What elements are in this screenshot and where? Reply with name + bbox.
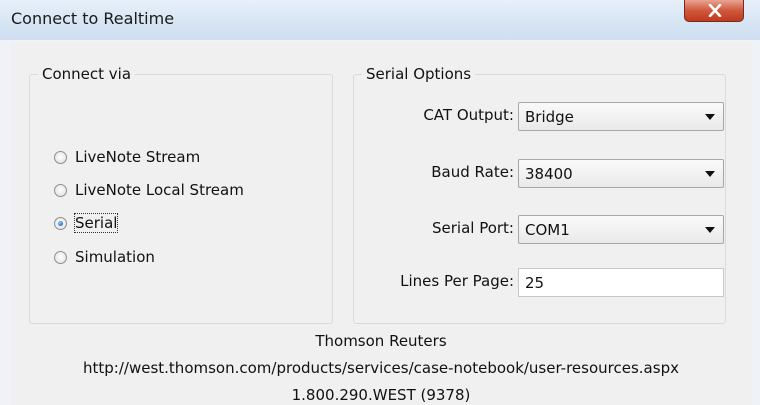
cat-output-dropdown[interactable]: Bridge — [518, 102, 724, 131]
footer-company: Thomson Reuters — [315, 332, 447, 350]
radio-label: Simulation — [75, 248, 155, 266]
connect-via-legend: Connect via — [38, 65, 136, 83]
radio-label: Serial — [73, 213, 119, 233]
title-bar[interactable]: Connect to Realtime — [0, 0, 760, 40]
chevron-down-icon — [705, 171, 715, 177]
radio-simulation[interactable]: Simulation — [54, 246, 155, 268]
radio-livenote-local-stream[interactable]: LiveNote Local Stream — [54, 179, 244, 201]
footer-url: http://west.thomson.com/products/service… — [83, 359, 679, 377]
lines-per-page-label: Lines Per Page: — [400, 272, 514, 290]
close-icon — [708, 4, 722, 17]
radio-label: LiveNote Local Stream — [75, 181, 244, 199]
dialog-body: Connect via LiveNote Stream LiveNote Loc… — [10, 42, 752, 405]
chevron-down-icon — [705, 227, 715, 233]
connect-via-group: Connect via LiveNote Stream LiveNote Loc… — [29, 65, 333, 324]
cat-output-value: Bridge — [525, 108, 574, 126]
serial-options-legend: Serial Options — [362, 65, 476, 83]
radio-button[interactable] — [54, 250, 67, 264]
baud-rate-dropdown[interactable]: 38400 — [518, 159, 724, 188]
close-button[interactable] — [684, 0, 744, 22]
serial-port-dropdown[interactable]: COM1 — [518, 215, 724, 244]
dialog-window: Connect to Realtime Connect via LiveNote… — [0, 0, 760, 405]
serial-options-group: Serial Options CAT Output: Bridge Baud R… — [353, 65, 726, 324]
radio-label: LiveNote Stream — [75, 148, 201, 166]
cat-output-label: CAT Output: — [423, 106, 514, 124]
radio-livenote-stream[interactable]: LiveNote Stream — [54, 146, 200, 168]
footer-phone: 1.800.290.WEST (9378) — [291, 386, 471, 404]
baud-rate-label: Baud Rate: — [431, 163, 514, 181]
radio-button[interactable] — [54, 183, 67, 197]
radio-serial[interactable]: Serial — [54, 212, 119, 234]
baud-rate-value: 38400 — [525, 165, 573, 183]
serial-port-label: Serial Port: — [431, 219, 514, 237]
lines-per-page-field[interactable] — [518, 268, 724, 297]
lines-per-page-input[interactable] — [525, 274, 715, 292]
radio-button[interactable] — [54, 150, 67, 164]
radio-button-selected[interactable] — [54, 216, 67, 230]
chevron-down-icon — [705, 114, 715, 120]
window-title: Connect to Realtime — [11, 9, 175, 28]
serial-port-value: COM1 — [525, 221, 570, 239]
